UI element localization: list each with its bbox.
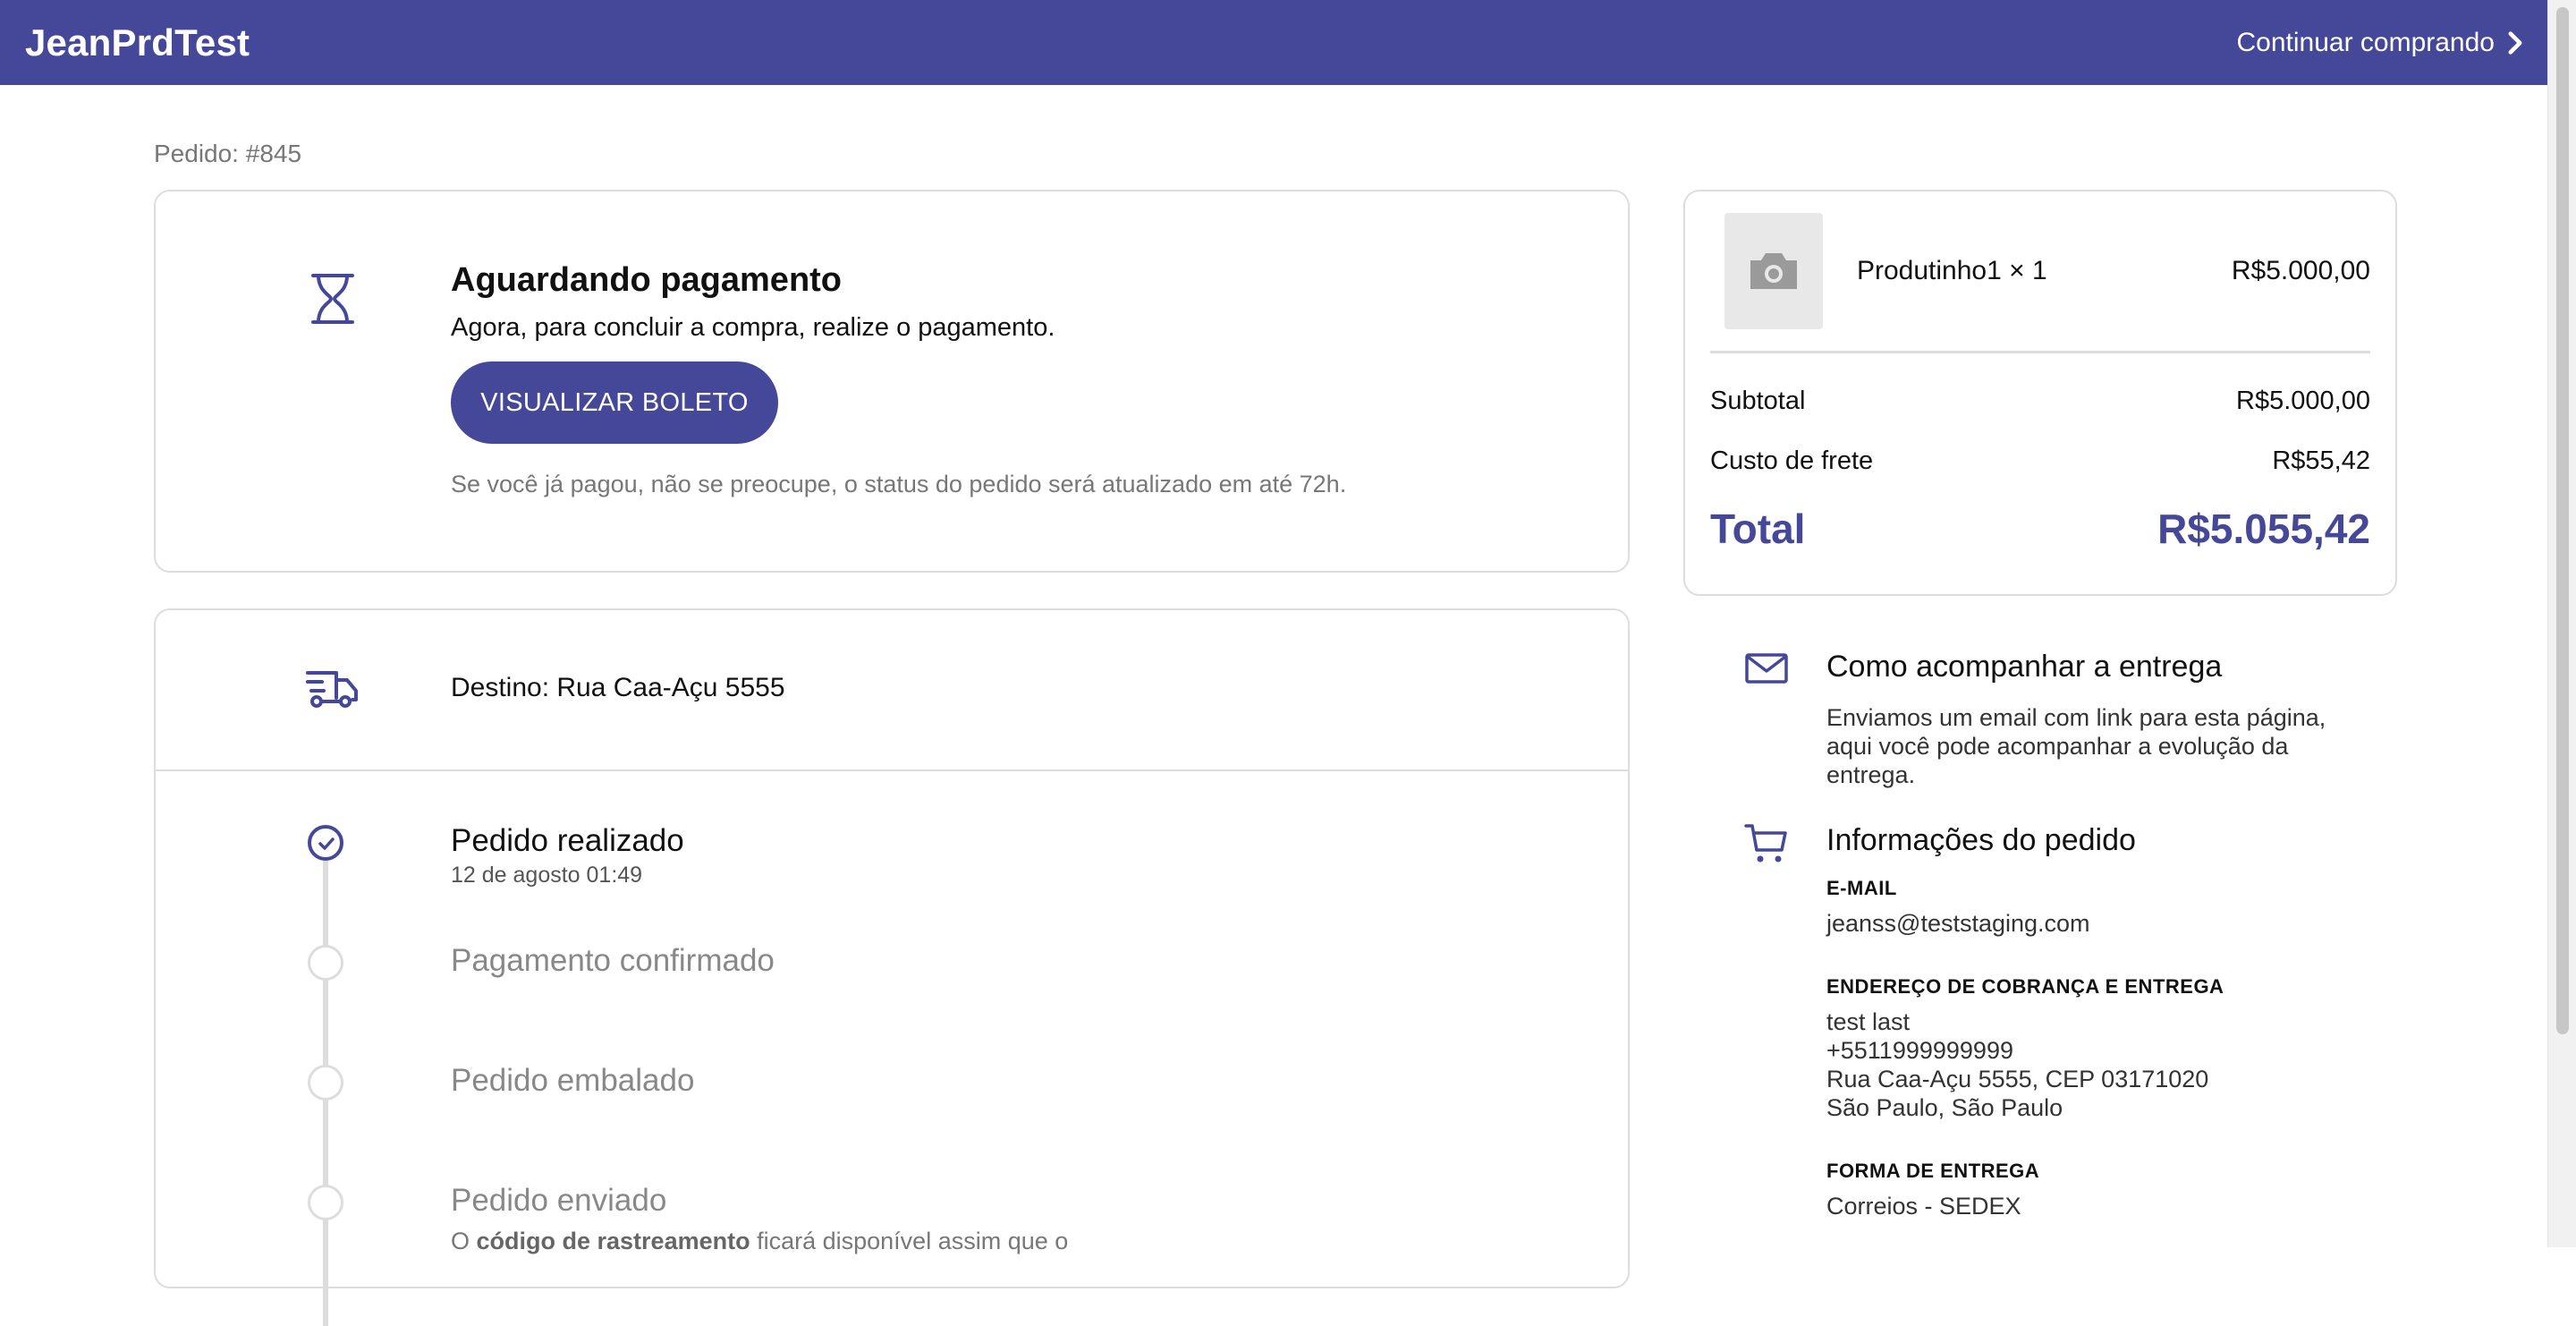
- continue-shopping-link[interactable]: Continuar comprando: [2236, 28, 2523, 58]
- camera-icon: [1750, 253, 1797, 289]
- timeline-step-done-marker: [308, 825, 343, 861]
- tracking-note-bold: código de rastreamento: [476, 1228, 750, 1254]
- email-label: E-MAIL: [1826, 877, 1897, 899]
- subtotal-value: R$5.000,00: [2236, 387, 2370, 415]
- address-line: São Paulo, São Paulo: [1826, 1094, 2063, 1121]
- shipping-card: Destino: Rua Caa-Açu 5555 Pedido realiza…: [154, 608, 1630, 1326]
- payment-status-card: Aguardando pagamento Agora, para conclui…: [154, 190, 1630, 573]
- check-icon: [318, 837, 335, 850]
- product-thumbnail: [1724, 213, 1823, 329]
- summary-divider: [1710, 351, 2370, 353]
- total-row: Total R$5.055,42: [1710, 505, 2370, 553]
- scrollbar-thumb[interactable]: [2556, 7, 2569, 1034]
- shipping-cost-label: Custo de frete: [1710, 446, 1874, 475]
- destination-row: Destino: Rua Caa-Açu 5555: [156, 610, 1628, 771]
- timeline-step-date: 12 de agosto 01:49: [451, 863, 643, 888]
- payment-note: Se você já pagou, não se preocupe, o sta…: [451, 471, 1347, 497]
- total-value: R$5.055,42: [2157, 506, 2370, 552]
- destination-address: Destino: Rua Caa-Açu 5555: [451, 673, 785, 702]
- timeline-step-title: Pedido enviado: [451, 1183, 667, 1218]
- continue-shopping-label: Continuar comprando: [2236, 27, 2495, 57]
- total-label: Total: [1710, 506, 1806, 552]
- address-line: test last: [1826, 1008, 1911, 1035]
- timeline-step-pending-marker: [308, 945, 343, 981]
- view-boleto-button[interactable]: VISUALIZAR BOLETO: [451, 361, 778, 444]
- timeline-step-pending-marker: [308, 1185, 343, 1220]
- order-info-title: Informações do pedido: [1826, 823, 2136, 857]
- order-summary-card: Produtinho1 × 1 R$5.000,00 Subtotal R$5.…: [1683, 190, 2397, 596]
- order-number: Pedido: #845: [154, 140, 302, 167]
- shipping-cost-value: R$55,42: [2272, 446, 2370, 475]
- product-price: R$5.000,00: [2231, 256, 2370, 285]
- subtotal-row: Subtotal R$5.000,00: [1710, 387, 2370, 416]
- email-value: jeanss@teststaging.com: [1826, 910, 2090, 937]
- top-bar: JeanPrdTest Continuar comprando: [0, 0, 2548, 85]
- address-line: Rua Caa-Açu 5555, CEP 03171020: [1826, 1066, 2209, 1092]
- hourglass-icon: [311, 274, 354, 324]
- timeline-step-pending-marker: [308, 1065, 343, 1101]
- payment-status-subtitle: Agora, para concluir a compra, realize o…: [451, 313, 1055, 342]
- address-label: ENDEREÇO DE COBRANÇA E ENTREGA: [1826, 975, 2224, 998]
- timeline-step-title: Pedido embalado: [451, 1063, 695, 1098]
- address-line: +5511999999999: [1826, 1037, 2013, 1064]
- store-brand[interactable]: JeanPrdTest: [25, 21, 250, 64]
- product-name: Produtinho1 × 1: [1857, 256, 2047, 285]
- delivery-method-label: FORMA DE ENTREGA: [1826, 1160, 2040, 1182]
- timeline-step-title: Pagamento confirmado: [451, 943, 775, 978]
- truck-icon: [306, 671, 358, 708]
- subtotal-label: Subtotal: [1710, 387, 1806, 415]
- tracking-code-note: O código de rastreamento ficará disponív…: [451, 1228, 1068, 1255]
- tracking-note-before: O: [451, 1228, 477, 1254]
- delivery-method-value: Correios - SEDEX: [1826, 1193, 2021, 1220]
- timeline-step-title: Pedido realizado: [451, 823, 684, 858]
- tracking-info-text: Enviamos um email com link para esta pág…: [1826, 704, 2326, 788]
- page-scrollbar[interactable]: [2547, 0, 2576, 1247]
- payment-status-title: Aguardando pagamento: [451, 261, 843, 299]
- tracking-note-after: ficará disponível assim que o: [750, 1228, 1069, 1254]
- mail-icon: [1745, 653, 1788, 684]
- shipping-cost-row: Custo de frete R$55,42: [1710, 446, 2370, 476]
- cart-icon: [1744, 824, 1787, 863]
- chevron-right-icon: [2508, 30, 2522, 55]
- tracking-info-title: Como acompanhar a entrega: [1826, 650, 2223, 684]
